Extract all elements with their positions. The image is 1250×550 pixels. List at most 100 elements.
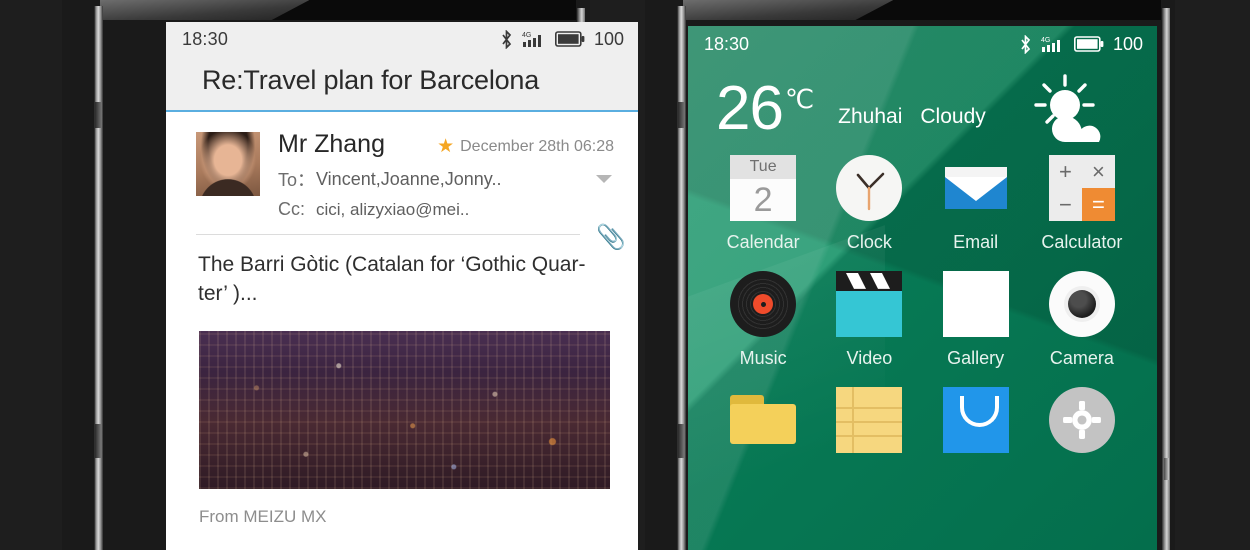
camera-lens	[1063, 286, 1100, 323]
battery-icon	[1073, 36, 1104, 52]
mail-body-line-1: The Barri Gòtic (Catalan for ‘Gothic Qua…	[198, 253, 586, 276]
header-divider: 📎	[196, 224, 626, 251]
app-gallery[interactable]: Gallery	[923, 271, 1029, 369]
calc-key-minus: −	[1058, 191, 1072, 217]
cc-value: cici, alizyxiao@mei..	[316, 199, 470, 219]
phone-right-top-sheen	[683, 0, 894, 20]
to-value: Vincent,Joanne,Jonny..	[316, 168, 502, 189]
phone-left-screen[interactable]: 18:30 4G 100 Re:Travel plan for Barcelon…	[166, 22, 638, 550]
calendar-icon: Tue 2	[730, 155, 797, 222]
status-bar-left: 18:30 4G 100	[166, 22, 638, 56]
vinyl-label	[753, 294, 774, 315]
phone-right-right-rail	[1162, 8, 1170, 550]
app-row-3	[710, 387, 1135, 464]
screenshot-stage: 18:30 4G 100 Re:Travel plan for Barcelon…	[0, 0, 1250, 550]
phone-left-top-chamfer	[100, 0, 576, 20]
signal-4g-icon: 4G	[522, 30, 546, 48]
camera-icon	[1048, 271, 1115, 338]
phone-right-screen[interactable]: 18:30 4G 100 26℃ Zhuhai Cloudy Tue 2 Cal…	[688, 26, 1157, 550]
status-time: 18:30	[182, 28, 229, 49]
app-music[interactable]: Music	[710, 271, 816, 369]
phone-left-side-buttons[interactable]	[94, 6, 103, 550]
signal-4g-icon: 4G	[1041, 35, 1065, 53]
bluetooth-icon	[500, 29, 513, 49]
date-row: ★ December 28th 06:28	[437, 137, 616, 156]
weather-meta: Zhuhai Cloudy	[838, 105, 986, 137]
weather-temperature-block: 26℃	[716, 78, 815, 140]
app-video[interactable]: Video	[816, 271, 922, 369]
app-row-2: Music Video Gallery Camera	[710, 271, 1135, 369]
weather-temperature: 26	[716, 74, 784, 143]
mail-header: Mr Zhang ★ December 28th 06:28 To： Vince…	[166, 112, 638, 220]
bluetooth-icon	[1019, 34, 1032, 54]
app-email[interactable]: Email	[923, 155, 1029, 253]
chevron-down-icon[interactable]	[596, 175, 612, 183]
app-camera[interactable]: Camera	[1029, 271, 1135, 369]
calendar-weekday: Tue	[730, 155, 797, 180]
app-calculator[interactable]: + × − = Calculator	[1029, 155, 1135, 253]
app-row-1: Tue 2 Calendar Clock Email + × − = Calcu…	[710, 155, 1135, 253]
recipients-to-row[interactable]: To： Vincent,Joanne,Jonny..	[278, 166, 616, 192]
battery-level: 100	[1112, 33, 1143, 54]
avatar	[196, 132, 260, 196]
status-icons: 4G 100	[1019, 34, 1143, 55]
battery-icon	[554, 31, 585, 47]
app-label: Camera	[1049, 348, 1114, 369]
app-clock[interactable]: Clock	[816, 155, 922, 253]
calculator-icon: + × − =	[1048, 155, 1115, 222]
calendar-day: 2	[753, 180, 773, 219]
sender-row: Mr Zhang ★ December 28th 06:28	[278, 130, 616, 159]
mail-subject-title: Re:Travel plan for Barcelona	[166, 56, 638, 110]
recipients-cc-row: Cc: cici, alizyxiao@mei..	[278, 199, 616, 220]
phone-right: 18:30 4G 100 26℃ Zhuhai Cloudy Tue 2 Cal…	[645, 0, 1175, 550]
phone-right-top-chamfer	[683, 0, 1161, 20]
mail-body-line-2: ter’ )...	[198, 281, 258, 305]
battery-level: 100	[593, 28, 624, 49]
app-label: Gallery	[947, 348, 1005, 369]
status-icons: 4G 100	[500, 29, 624, 50]
app-file-manager[interactable]	[710, 387, 816, 464]
to-label: To：	[278, 170, 316, 190]
phone-right-side-buttons[interactable]	[677, 6, 686, 550]
calc-key-equals: =	[1081, 188, 1115, 222]
app-grid: Tue 2 Calendar Clock Email + × − = Calcu…	[688, 137, 1157, 464]
weather-unit: ℃	[784, 84, 815, 114]
app-calendar[interactable]: Tue 2 Calendar	[710, 155, 816, 253]
status-time: 18:30	[704, 33, 750, 54]
app-settings[interactable]	[1029, 387, 1135, 464]
cc-label: Cc:	[278, 199, 305, 219]
calc-key-plus: +	[1058, 158, 1072, 184]
file-manager-folder-icon	[730, 387, 797, 453]
settings-gear-icon	[1048, 387, 1115, 454]
clapper-top	[836, 271, 903, 291]
weather-widget[interactable]: 26℃ Zhuhai Cloudy	[688, 62, 1157, 142]
email-icon	[943, 155, 1009, 221]
calc-key-times: ×	[1091, 158, 1105, 184]
svg-text:4G: 4G	[1041, 37, 1050, 44]
app-store[interactable]	[923, 387, 1029, 464]
svg-text:4G: 4G	[522, 32, 531, 39]
gallery-photo-icon	[942, 271, 1009, 338]
app-label: Clock	[846, 232, 892, 253]
mail-inline-photo[interactable]	[199, 330, 610, 489]
app-notes[interactable]	[816, 387, 922, 464]
mail-header-fields: Mr Zhang ★ December 28th 06:28 To： Vince…	[278, 130, 616, 220]
status-bar-right: 18:30 4G 100	[688, 26, 1157, 62]
app-label: Calendar	[726, 232, 800, 253]
phone-left: 18:30 4G 100 Re:Travel plan for Barcelon…	[62, 0, 638, 550]
mail-body-text: The Barri Gòtic (Catalan for ‘Gothic Qua…	[166, 235, 638, 309]
phone-left-top-sheen	[100, 0, 310, 20]
sun-behind-cloud-icon	[1025, 72, 1117, 146]
app-label: Video	[846, 348, 893, 369]
clock-icon	[836, 155, 903, 222]
weather-city: Zhuhai	[838, 105, 903, 129]
sender-name: Mr Zhang	[278, 130, 385, 158]
video-clapperboard-icon	[836, 271, 903, 338]
star-icon[interactable]: ★	[437, 137, 454, 156]
music-vinyl-icon	[730, 271, 797, 338]
app-store-icon	[942, 387, 1009, 454]
paperclip-icon[interactable]: 📎	[596, 223, 626, 252]
app-label: Music	[739, 348, 787, 369]
mail-date: December 28th 06:28	[460, 137, 614, 155]
weather-condition: Cloudy	[920, 105, 986, 129]
